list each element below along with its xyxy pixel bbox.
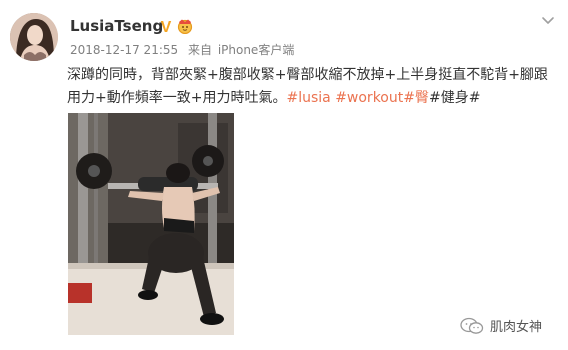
username-link[interactable]: LusiaTseng — [70, 17, 163, 35]
chevron-down-icon[interactable] — [540, 12, 556, 28]
user-badges: V — [158, 17, 194, 35]
avatar[interactable] — [10, 13, 58, 61]
vip-badge-icon[interactable] — [176, 18, 194, 34]
source-prefix: 来自 — [187, 43, 212, 57]
wechat-icon — [460, 317, 484, 334]
post-text: 深蹲的同時，背部夾緊+腹部收緊+臀部收縮不放掉+上半身挺直不駝背+腳跟用力+動作… — [67, 64, 557, 110]
post-meta: 2018-12-17 21:55 来自 iPhone客户端 — [70, 41, 300, 58]
watermark-text: 肌肉女神 — [490, 320, 543, 335]
post-image[interactable] — [68, 113, 234, 335]
hashtag-lusia[interactable]: #lusia — [286, 90, 330, 106]
watermark: 肌肉女神 — [460, 316, 542, 335]
post-timestamp[interactable]: 2018-12-17 21:55 — [70, 43, 178, 57]
source-device[interactable]: iPhone客户端 — [218, 43, 295, 57]
hashtag-glutes[interactable]: #臀 — [403, 90, 429, 106]
hashtag-workout[interactable]: #workout — [335, 90, 403, 106]
hashtag-fitness[interactable]: #健身# — [429, 90, 480, 106]
verified-badge-icon[interactable]: V — [158, 18, 174, 34]
svg-text:V: V — [161, 19, 172, 34]
